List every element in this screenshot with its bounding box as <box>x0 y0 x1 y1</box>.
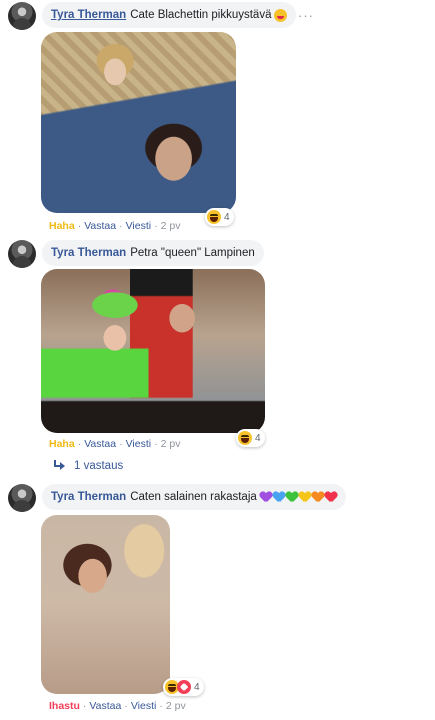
timestamp[interactable]: 2 pv <box>161 438 181 450</box>
view-replies-link[interactable]: 1 vastaus <box>52 460 123 472</box>
avatar[interactable] <box>8 240 36 268</box>
comment-bubble: Tyra Therman Petra "queen" Lampinen <box>42 240 264 266</box>
comment-bubble: Tyra Therman Cate Blachettin pikkuystävä <box>42 2 297 28</box>
blue-heart-icon <box>273 491 285 503</box>
haha-reaction-icon <box>207 210 221 224</box>
reply-button[interactable]: Vastaa <box>84 220 116 232</box>
love-reaction-icon <box>177 680 191 694</box>
haha-reaction-icon <box>238 431 252 445</box>
comment-photo[interactable] <box>41 269 265 433</box>
more-options-icon[interactable]: ··· <box>298 8 314 23</box>
reaction-count: 4 <box>224 211 230 223</box>
orange-heart-icon <box>312 491 324 503</box>
replies-count-label[interactable]: 1 vastaus <box>74 460 123 472</box>
reaction-count: 4 <box>255 432 261 444</box>
avatar[interactable] <box>8 484 36 512</box>
comment-bubble: Tyra Therman Caten salainen rakastaja <box>42 484 346 510</box>
reply-button[interactable]: Vastaa <box>84 438 116 450</box>
timestamp[interactable]: 2 pv <box>161 220 181 232</box>
reaction-count: 4 <box>194 681 200 693</box>
comment-text: Caten salainen rakastaja <box>130 491 257 503</box>
author-link[interactable]: Tyra Therman <box>51 491 126 503</box>
winking-face-emoji-icon <box>274 8 288 22</box>
green-heart-icon <box>286 491 298 503</box>
message-button[interactable]: Viesti <box>126 438 152 450</box>
reaction-summary[interactable]: 4 <box>205 208 234 226</box>
reaction-summary[interactable]: 4 <box>236 429 265 447</box>
comment-photo[interactable] <box>41 32 236 213</box>
comment-text: Cate Blachettin pikkuystävä <box>130 9 272 21</box>
red-heart-icon <box>325 491 337 503</box>
reply-arrow-icon <box>52 460 66 472</box>
author-link[interactable]: Tyra Therman <box>51 9 126 21</box>
reaction-button[interactable]: Haha <box>49 220 75 232</box>
hearts-emoji-group <box>260 491 337 503</box>
message-button[interactable]: Viesti <box>126 220 152 232</box>
author-link[interactable]: Tyra Therman <box>51 247 126 259</box>
purple-heart-icon <box>260 491 272 503</box>
message-button[interactable]: Viesti <box>131 700 157 712</box>
comment-actions: Ihastu · Vastaa · Viesti · 2 pv <box>49 700 186 712</box>
reaction-button[interactable]: Ihastu <box>49 700 80 712</box>
comment-actions: Haha · Vastaa · Viesti · 2 pv <box>49 220 181 232</box>
comment-text: Petra "queen" Lampinen <box>130 247 255 259</box>
reply-button[interactable]: Vastaa <box>89 700 121 712</box>
comment-actions: Haha · Vastaa · Viesti · 2 pv <box>49 438 181 450</box>
timestamp[interactable]: 2 pv <box>166 700 186 712</box>
reaction-button[interactable]: Haha <box>49 438 75 450</box>
yellow-heart-icon <box>299 491 311 503</box>
reaction-summary[interactable]: 4 <box>163 678 204 696</box>
comment-photo[interactable] <box>41 515 170 694</box>
avatar[interactable] <box>8 2 36 30</box>
